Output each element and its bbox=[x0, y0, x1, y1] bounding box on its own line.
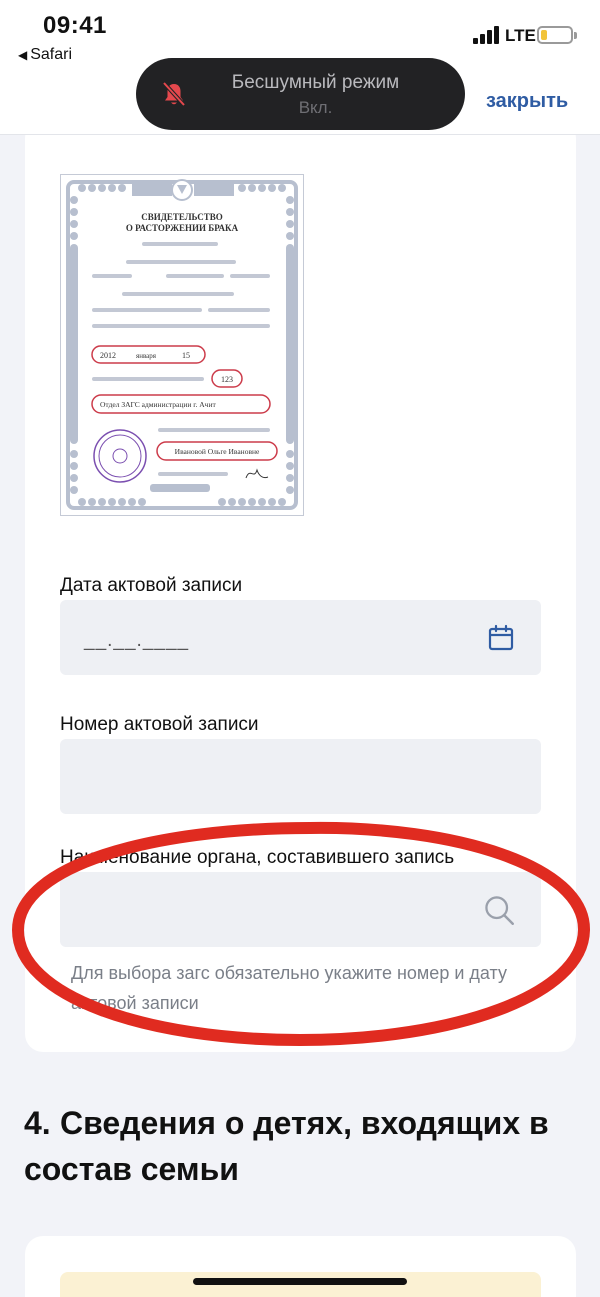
record-date-field[interactable]: __.__.____ bbox=[60, 600, 541, 675]
search-icon[interactable] bbox=[483, 894, 515, 926]
certificate-title-line1: СВИДЕТЕЛЬСТВО bbox=[141, 212, 223, 222]
certificate-registry-office: Отдел ЗАГС администрации г. Ачит bbox=[100, 400, 216, 409]
section-title-text: Сведения о детях, входящих в состав семь… bbox=[24, 1105, 549, 1187]
record-number-label: Номер актовой записи bbox=[60, 714, 259, 735]
authority-label: Наименование органа, составившего запись bbox=[60, 847, 455, 868]
certificate-year: 2012 bbox=[100, 351, 116, 360]
home-indicator[interactable] bbox=[193, 1278, 407, 1285]
certificate-issued-to: Ивановой Ольге Ивановне bbox=[175, 447, 260, 456]
certificate-day: 15 bbox=[182, 351, 190, 360]
certificate-title-line2: О РАСТОРЖЕНИИ БРАКА bbox=[126, 223, 239, 233]
silent-mode-toast: Бесшумный режим Вкл. bbox=[136, 58, 465, 130]
toast-title: Бесшумный режим bbox=[231, 72, 400, 93]
battery-icon bbox=[537, 26, 577, 44]
authority-search-field[interactable] bbox=[60, 872, 541, 947]
authority-hint: Для выбора загс обязательно укажите номе… bbox=[71, 963, 507, 1013]
section-4-heading: 4. Сведения о детях, входящих в состав се… bbox=[24, 1100, 584, 1192]
children-card bbox=[25, 1236, 576, 1297]
close-link[interactable]: закрыть bbox=[486, 90, 568, 113]
status-time: 09:41 bbox=[43, 12, 107, 39]
battery-level-fill bbox=[541, 30, 547, 40]
network-type: LTE bbox=[505, 26, 536, 45]
certificate-record-number: 123 bbox=[221, 375, 233, 384]
record-date-mask: __.__.____ bbox=[84, 630, 190, 651]
cellular-signal-icon bbox=[473, 26, 501, 44]
toast-subtitle: Вкл. bbox=[298, 98, 333, 117]
calendar-icon[interactable] bbox=[487, 624, 515, 652]
back-app-label: Safari bbox=[30, 46, 73, 63]
certificate-sample-illustration: СВИДЕТЕЛЬСТВО О РАСТОРЖЕНИИ БРАКА 2012 я… bbox=[60, 174, 304, 516]
record-number-field[interactable] bbox=[60, 739, 541, 814]
section-number: 4. bbox=[24, 1105, 51, 1141]
record-details-card: СВИДЕТЕЛЬСТВО О РАСТОРЖЕНИИ БРАКА 2012 я… bbox=[25, 120, 576, 1052]
record-date-label: Дата актовой записи bbox=[60, 575, 243, 596]
back-triangle-icon: ◀ bbox=[18, 48, 28, 62]
back-to-app-link[interactable]: ◀ Safari bbox=[18, 46, 72, 64]
certificate-month: января bbox=[136, 352, 157, 360]
